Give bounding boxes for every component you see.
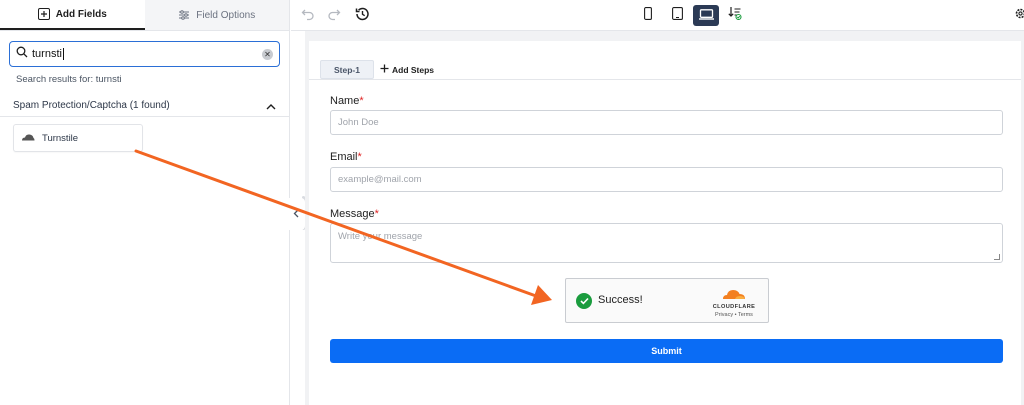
email-field[interactable]: example@mail.com (330, 167, 1003, 192)
message-field[interactable]: Write your message (330, 223, 1003, 263)
search-results-label: Search results for: turnsti (16, 74, 122, 85)
tablet-icon (671, 6, 683, 25)
cloud-icon (21, 133, 35, 144)
desktop-view-button[interactable] (693, 5, 719, 26)
required-mark: * (359, 95, 364, 107)
tab-step-1[interactable]: Step-1 (320, 60, 374, 79)
required-mark: * (374, 208, 379, 220)
field-item-label: Turnstile (42, 132, 79, 144)
search-value: turnsti (32, 47, 62, 60)
sliders-icon (178, 9, 190, 21)
device-switcher (635, 5, 748, 26)
captcha-status: Success! (598, 294, 643, 306)
panel-tabs: Add Fields Field Options (0, 0, 289, 31)
history-button[interactable] (352, 6, 372, 26)
settings-icon (1014, 7, 1024, 25)
resize-handle-icon[interactable] (994, 254, 1000, 260)
mobile-view-button[interactable] (635, 5, 661, 26)
clear-search-icon[interactable]: ✕ (262, 48, 273, 60)
cloudflare-wordmark: CLOUDFLARE (712, 304, 756, 310)
search-icon (16, 45, 28, 63)
message-placeholder: Write your message (338, 231, 423, 242)
settings-button[interactable] (1010, 6, 1024, 26)
name-placeholder: John Doe (338, 117, 379, 128)
form-preview: Step-1 Add Steps Name* John Doe Email* e… (309, 41, 1021, 405)
search-input[interactable]: turnsti ✕ (9, 41, 280, 67)
tablet-view-button[interactable] (664, 5, 690, 26)
email-placeholder: example@mail.com (338, 174, 422, 185)
text-caret (62, 48, 64, 61)
chevron-up-icon (266, 97, 276, 115)
tab-add-fields-label: Add Fields (55, 8, 107, 20)
history-icon (354, 6, 370, 27)
name-label-text: Name (330, 95, 360, 107)
chevron-left-icon (293, 207, 299, 221)
message-label: Message* (330, 208, 379, 220)
plus-icon (380, 64, 389, 75)
tab-field-options[interactable]: Field Options (144, 0, 289, 30)
name-field[interactable]: John Doe (330, 110, 1003, 135)
tab-add-fields[interactable]: Add Fields (0, 0, 145, 30)
add-steps-label: Add Steps (391, 64, 435, 75)
collapse-panel-button[interactable] (287, 198, 305, 230)
export-button[interactable] (722, 5, 748, 26)
submit-button[interactable]: Submit (330, 339, 1003, 363)
email-label-text: Email (330, 151, 358, 163)
name-label: Name* (330, 95, 364, 107)
top-toolbar (291, 0, 1024, 31)
form-canvas: Step-1 Add Steps Name* John Doe Email* e… (305, 31, 1024, 405)
step-tabs: Step-1 Add Steps (320, 60, 434, 79)
message-label-text: Message (330, 208, 375, 220)
turnstile-widget[interactable]: Success! CLOUDFLARE Privacy • Terms (565, 278, 769, 323)
category-header[interactable]: Spam Protection/Captcha (1 found) (0, 95, 290, 117)
divider (309, 79, 1021, 80)
add-box-icon (37, 8, 50, 20)
privacy-terms-links[interactable]: Privacy • Terms (706, 312, 762, 318)
redo-button[interactable] (324, 6, 344, 26)
checkmark-icon (576, 293, 592, 309)
desktop-icon (698, 7, 714, 25)
redo-icon (327, 7, 341, 26)
cloudflare-logo: CLOUDFLARE Privacy • Terms (706, 287, 762, 318)
fields-panel: Add Fields Field Options turnsti ✕ Searc… (0, 0, 290, 405)
undo-button[interactable] (298, 6, 318, 26)
export-icon (728, 6, 742, 25)
required-mark: * (357, 151, 362, 163)
undo-icon (301, 7, 315, 26)
mobile-icon (644, 6, 652, 25)
field-item-turnstile[interactable]: Turnstile (13, 124, 143, 152)
tab-field-options-label: Field Options (196, 9, 256, 21)
email-label: Email* (330, 151, 362, 163)
category-title: Spam Protection/Captcha (1 found) (13, 100, 170, 111)
add-steps-button[interactable]: Add Steps (380, 64, 434, 75)
cloudflare-cloud-icon (721, 287, 747, 304)
